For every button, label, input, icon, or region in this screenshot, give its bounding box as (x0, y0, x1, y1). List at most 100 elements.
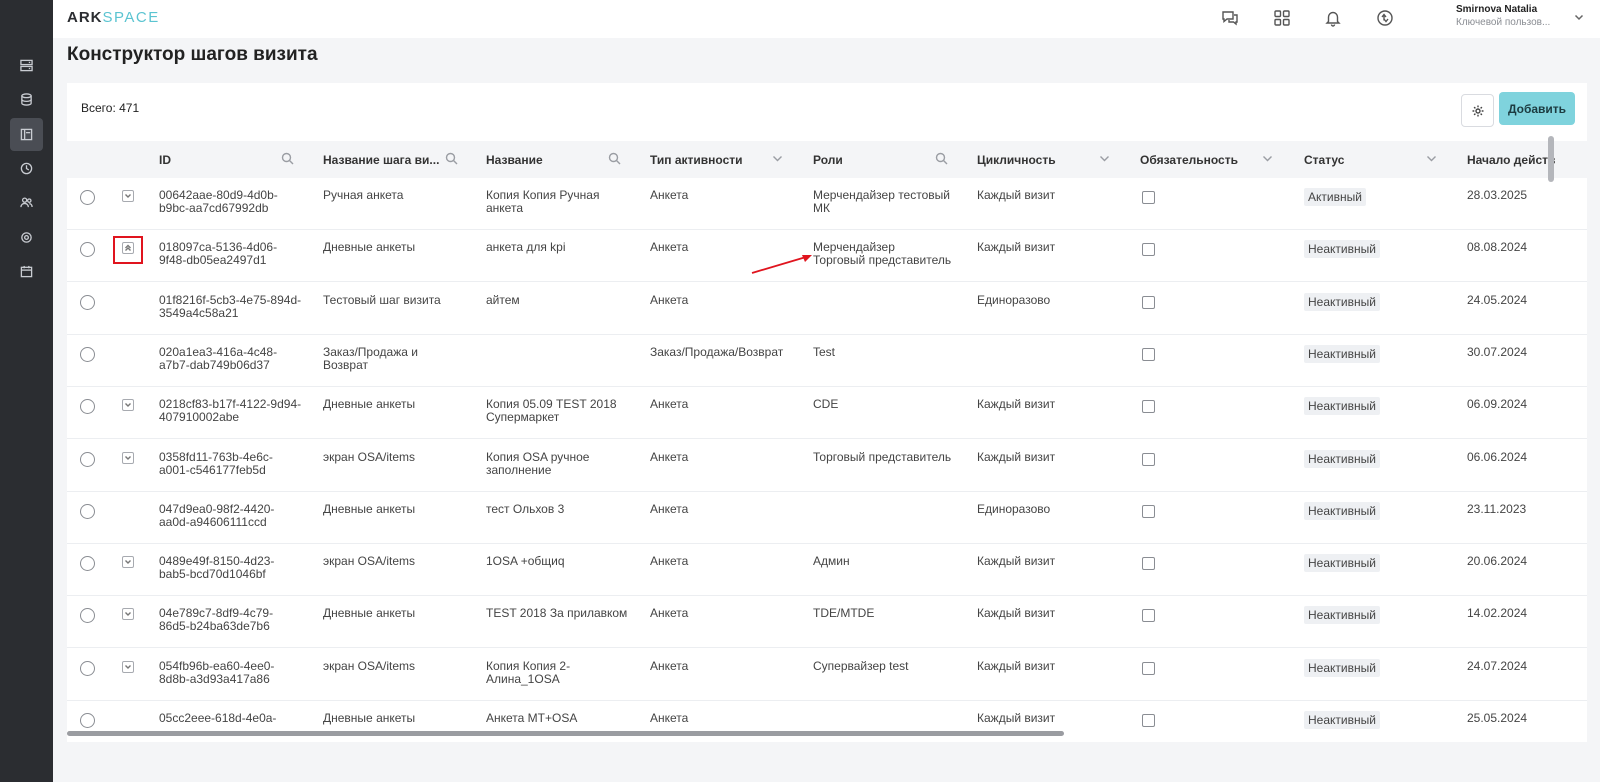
sidebar-item-calendar[interactable] (10, 255, 43, 288)
row-select-radio[interactable] (80, 556, 95, 572)
cell-name: Копия Копия Ручная анкета (486, 188, 600, 215)
column-header-mandatory[interactable]: Обязательность (1140, 141, 1290, 178)
mandatory-checkbox[interactable] (1142, 504, 1155, 518)
sidebar-item-layout[interactable] (10, 118, 43, 151)
bell-icon (1325, 11, 1341, 27)
column-header-name[interactable]: Название (486, 141, 636, 178)
logo[interactable]: ARKSPACE (67, 9, 160, 26)
mandatory-checkbox[interactable] (1142, 295, 1155, 309)
cell-name: Копия 05.09 TEST 2018 Супермаркет (486, 397, 617, 425)
column-header-activity-type[interactable]: Тип активности (650, 141, 800, 178)
chevron-down-icon[interactable] (1098, 152, 1111, 168)
mandatory-checkbox[interactable] (1142, 243, 1155, 257)
row-select-radio[interactable] (80, 503, 95, 519)
users-icon (20, 197, 33, 208)
table-settings-button[interactable] (1461, 94, 1494, 127)
cell-roles: Админ (813, 554, 850, 569)
table-row[interactable]: 00642aae-80d9-4d0b-b9bc-aa7cd67992db Ручн… (67, 178, 1587, 230)
user-menu[interactable]: Smirnova Natalia Ключевой пользов... (1456, 4, 1550, 28)
table-row[interactable]: 0358fd11-763b-4e6c-a001-c546177feb5d экра… (67, 440, 1587, 492)
table-row[interactable]: 018097ca-5136-4d06- 9f48-db05ea2497d1 Днев… (67, 230, 1587, 283)
column-header-step-name[interactable]: Название шага ви... (323, 141, 473, 178)
table-row[interactable]: 020a1ea3-416a-4c48- a7b7-dab749b06d37 Зака… (67, 335, 1587, 387)
mandatory-checkbox[interactable] (1142, 557, 1155, 571)
cell-roles: CDE (813, 397, 839, 412)
row-select-radio[interactable] (80, 713, 95, 728)
row-expand-button[interactable] (122, 451, 134, 464)
chat-button[interactable] (1219, 7, 1241, 29)
table-row[interactable]: 047d9ea0-98f2-4420- aa0d-a94606111ccd Днев… (67, 492, 1587, 544)
row-select-radio[interactable] (80, 399, 95, 415)
chat-icon (1222, 11, 1238, 26)
sidebar-item-servers[interactable] (10, 49, 43, 82)
row-select-radio[interactable] (80, 608, 95, 624)
row-expand-button[interactable] (122, 660, 134, 673)
table-row[interactable]: 054fb96b-ea60-4ee0- 8d8b-a3d93a417a86 экра… (67, 649, 1587, 701)
sidebar-item-users[interactable] (10, 186, 43, 219)
sidebar-item-database[interactable] (10, 83, 43, 116)
column-header-cycle[interactable]: Цикличность (977, 141, 1127, 178)
notifications-button[interactable] (1322, 7, 1344, 29)
mandatory-checkbox[interactable] (1142, 661, 1155, 675)
cell-start-date: 20.06.2024 (1467, 554, 1528, 569)
cell-start-date: 30.07.2024 (1467, 344, 1528, 359)
toolbar: Всего: 471 Добавить (67, 83, 1587, 141)
row-select-radio[interactable] (80, 294, 95, 310)
chevron-down-icon[interactable] (771, 152, 784, 168)
cell-step-name: Дневные анкеты (323, 501, 416, 516)
row-select-radio[interactable] (80, 242, 95, 258)
mandatory-checkbox[interactable] (1142, 400, 1155, 414)
row-select-radio[interactable] (80, 346, 95, 362)
cell-step-name: экран OSA/items (323, 554, 416, 569)
chevron-down-icon (124, 192, 132, 200)
row-expand-button[interactable] (122, 399, 134, 412)
cell-roles: Торговый представитель (813, 449, 952, 464)
row-select-radio[interactable] (80, 190, 95, 205)
vertical-scrollbar[interactable] (1548, 136, 1554, 182)
table-row[interactable]: 0489e49f-8150-4d23- bab5-bcd70d1046bf экра… (67, 544, 1587, 597)
column-header-start-date[interactable]: Начало действ (1467, 141, 1587, 178)
row-select-radio[interactable] (80, 451, 95, 467)
chevron-down-icon[interactable] (1425, 152, 1438, 168)
cell-activity-type: Анкета (650, 606, 689, 621)
row-expand-button[interactable] (122, 190, 134, 202)
cell-start-date: 28.03.2025 (1467, 188, 1528, 202)
table-row[interactable]: 04e789c7-8df9-4c79- 86d5-b24ba63de7b6 Днев… (67, 596, 1587, 649)
search-icon[interactable] (281, 152, 294, 168)
cell-id: 020a1ea3-416a-4c48- a7b7-dab749b06d37 (159, 344, 278, 372)
search-icon[interactable] (935, 152, 948, 168)
mandatory-checkbox[interactable] (1142, 191, 1155, 204)
user-menu-toggle[interactable] (1573, 10, 1585, 28)
chevron-down-icon (124, 401, 132, 409)
sidebar-item-settings[interactable] (10, 221, 43, 254)
search-icon[interactable] (445, 152, 458, 168)
table-row[interactable]: 01f8216f-5cb3-4e75-894d- 3549a4c58a21 Тест… (67, 283, 1587, 335)
mandatory-checkbox[interactable] (1142, 609, 1155, 623)
cell-cycle: Каждый визит (977, 606, 1056, 621)
mandatory-checkbox[interactable] (1142, 347, 1155, 361)
cell-id: 04e789c7-8df9-4c79- 86d5-b24ba63de7b6 (159, 606, 274, 634)
row-select-radio[interactable] (80, 660, 95, 676)
cell-name: TEST 2018 За прилавком (486, 606, 628, 621)
row-expand-button[interactable] (122, 608, 134, 621)
cell-cycle: Каждый визит (977, 449, 1056, 464)
apps-button[interactable] (1271, 7, 1293, 29)
row-expand-button[interactable] (122, 556, 134, 569)
add-button[interactable]: Добавить (1499, 92, 1575, 125)
table-row[interactable]: 0218cf83-b17f-4122-9d94- 407910002abe Днев… (67, 387, 1587, 440)
mandatory-checkbox[interactable] (1142, 714, 1155, 727)
cell-roles: Мерчендайзер тестовый МК (813, 188, 950, 215)
horizontal-scrollbar[interactable] (67, 731, 1064, 736)
column-header-id[interactable]: ID (159, 141, 309, 178)
cell-step-name: Дневные анкеты (323, 240, 416, 255)
chevron-down-icon[interactable] (1261, 152, 1274, 168)
search-icon[interactable] (608, 152, 621, 168)
sync-button[interactable] (1374, 7, 1396, 29)
column-header-status[interactable]: Статус (1304, 141, 1454, 178)
status-badge: Неактивный (1304, 606, 1380, 625)
column-header-roles[interactable]: Роли (813, 141, 963, 178)
sidebar-item-history[interactable] (10, 152, 43, 185)
mandatory-checkbox[interactable] (1142, 452, 1155, 466)
cell-id: 0358fd11-763b-4e6c-a001-c546177feb5d (159, 449, 273, 477)
data-table: ID Название шага ви... Название Тип акти… (67, 141, 1587, 742)
